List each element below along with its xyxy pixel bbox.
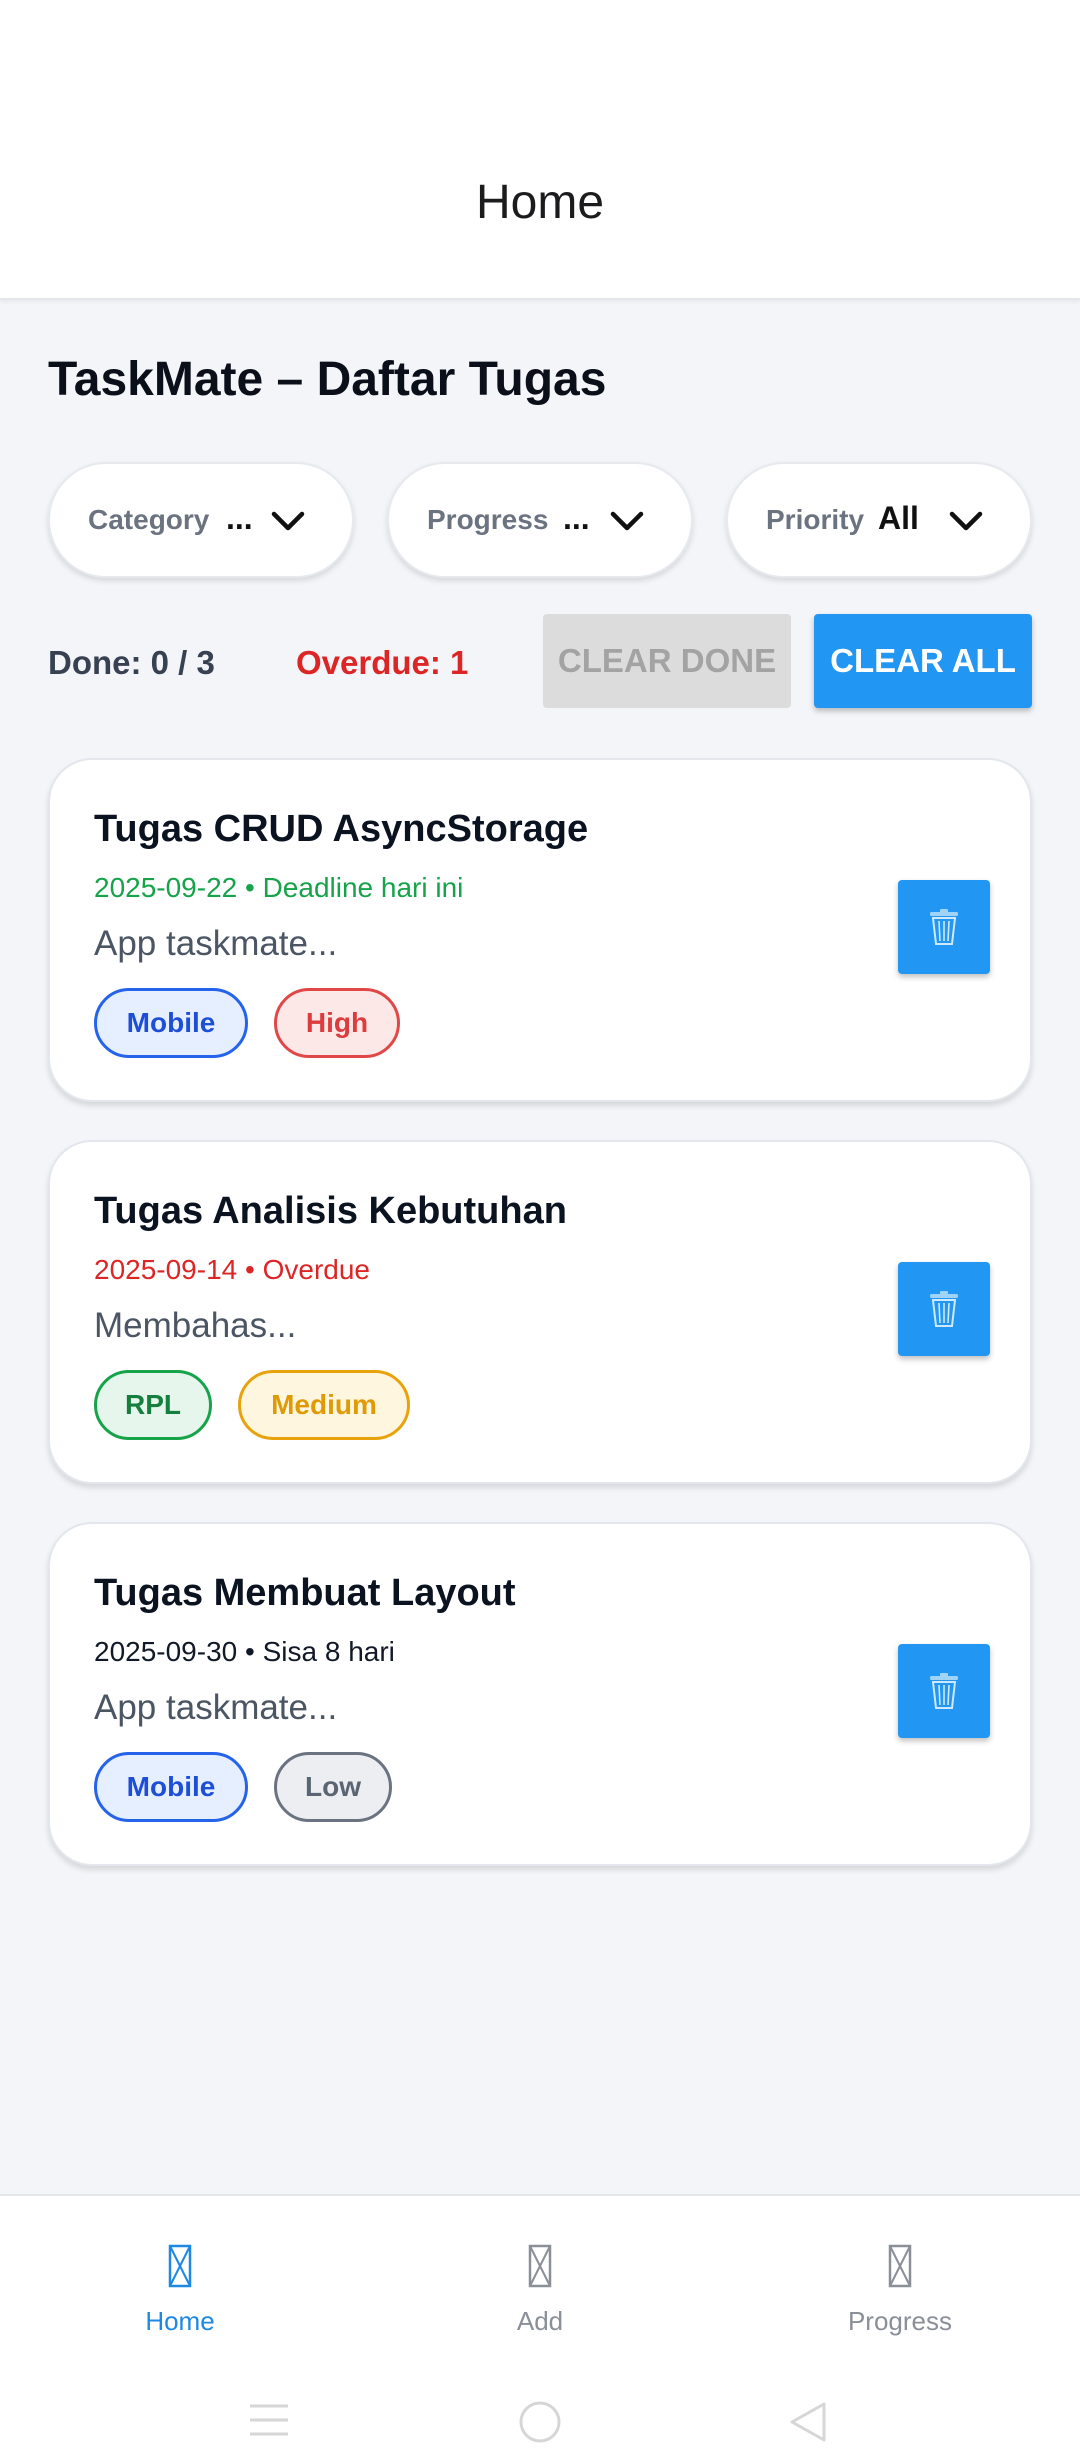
task-deadline: 2025-09-30 • Sisa 8 hari	[94, 1636, 395, 1667]
nav-tab-home[interactable]: Home	[0, 2196, 360, 2376]
priority-chip: Medium	[238, 1370, 410, 1440]
stats-row: Done: 0 / 3 Overdue: 1 CLEAR DONE CLEAR …	[48, 614, 1032, 710]
progress-icon	[888, 2244, 912, 2288]
nav-tab-progress[interactable]: Progress	[720, 2196, 1080, 2376]
done-count: Done: 0 / 3	[48, 644, 215, 681]
trash-icon	[930, 1291, 958, 1327]
home-circle-icon[interactable]	[518, 2400, 562, 2444]
filter-label: Category	[88, 504, 210, 535]
filter-label: Priority	[766, 504, 865, 535]
bottom-nav: Home Add Progress	[0, 2194, 1080, 2374]
menu-icon[interactable]	[248, 2402, 290, 2438]
system-nav-bar	[0, 2374, 1080, 2460]
priority-filter-dropdown[interactable]: Priority All	[726, 462, 1032, 578]
filter-value: ...	[226, 500, 253, 536]
priority-chip: Low	[274, 1752, 392, 1822]
app-bar: Home	[0, 0, 1080, 300]
delete-task-button[interactable]	[898, 1644, 990, 1738]
task-title: Tugas Analisis Kebutuhan	[94, 1190, 567, 1232]
nav-label: Progress	[847, 2306, 953, 2336]
delete-task-button[interactable]	[898, 880, 990, 974]
task-card[interactable]: Tugas Membuat Layout 2025-09-30 • Sisa 8…	[48, 1522, 1032, 1866]
chevron-down-icon	[271, 511, 305, 531]
task-description: Membahas...	[94, 1306, 297, 1345]
chevron-down-icon	[610, 511, 644, 531]
task-description: App taskmate...	[94, 924, 338, 963]
page-title: TaskMate – Daftar Tugas	[48, 353, 607, 406]
task-deadline: 2025-09-22 • Deadline hari ini	[94, 872, 464, 903]
priority-chip: High	[274, 988, 400, 1058]
task-title: Tugas CRUD AsyncStorage	[94, 808, 589, 850]
back-icon[interactable]	[788, 2400, 828, 2444]
add-icon	[528, 2244, 552, 2288]
category-chip: Mobile	[94, 1752, 248, 1822]
filter-value: All	[878, 500, 919, 536]
nav-label: Home	[145, 2306, 215, 2336]
task-description: App taskmate...	[94, 1688, 338, 1727]
filter-value: ...	[563, 500, 590, 536]
appbar-title: Home	[475, 176, 605, 229]
task-card[interactable]: Tugas Analisis Kebutuhan 2025-09-14 • Ov…	[48, 1140, 1032, 1484]
home-icon	[168, 2244, 192, 2288]
category-filter-dropdown[interactable]: Category ...	[48, 462, 354, 578]
clear-all-button[interactable]: CLEAR ALL	[814, 614, 1032, 708]
filter-row: Category ... Progress ... Priority All	[48, 462, 1032, 578]
category-chip: RPL	[94, 1370, 212, 1440]
progress-filter-dropdown[interactable]: Progress ...	[387, 462, 693, 578]
chevron-down-icon	[949, 511, 983, 531]
task-card[interactable]: Tugas CRUD AsyncStorage 2025-09-22 • Dea…	[48, 758, 1032, 1102]
category-chip: Mobile	[94, 988, 248, 1058]
nav-label: Add	[516, 2306, 564, 2336]
nav-tab-add[interactable]: Add	[360, 2196, 720, 2376]
task-deadline: 2025-09-14 • Overdue	[94, 1254, 370, 1285]
task-title: Tugas Membuat Layout	[94, 1572, 516, 1614]
delete-task-button[interactable]	[898, 1262, 990, 1356]
filter-label: Progress	[427, 504, 549, 535]
clear-done-button[interactable]: CLEAR DONE	[543, 614, 791, 708]
overdue-count: Overdue: 1	[296, 644, 469, 681]
trash-icon	[930, 1673, 958, 1709]
trash-icon	[930, 909, 958, 945]
